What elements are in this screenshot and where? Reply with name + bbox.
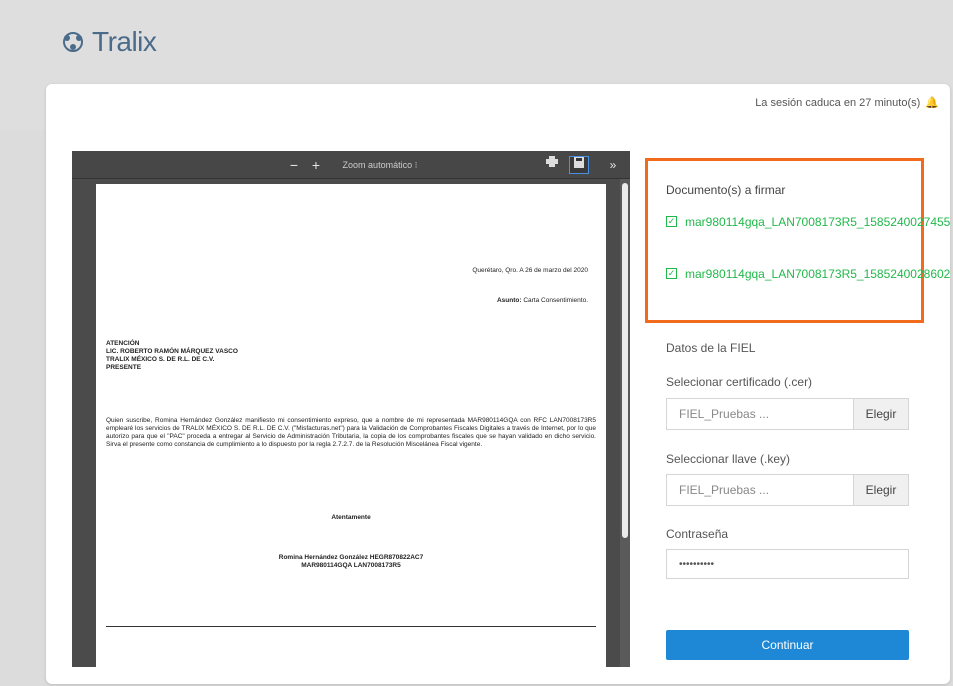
doc-attention-block: ATENCIÓN LIC. ROBERTO RAMÓN MÁRQUEZ VASC… (106, 340, 238, 372)
doc-attention-line: ATENCIÓN (106, 340, 140, 347)
doc-signature-line: MAR980114GQA LAN7008173R5 (301, 562, 401, 569)
pdf-viewer[interactable]: − + Zoom automático ⁝ » Querétaro, Qro. … (72, 151, 630, 667)
doc-closing: Atentamente (331, 514, 371, 521)
save-icon[interactable] (569, 156, 589, 174)
zoom-select[interactable]: Zoom automático ⁝ (334, 156, 426, 174)
checkbox-checked-icon[interactable]: ✓ (666, 268, 677, 279)
floppy-icon (574, 157, 584, 168)
doc-body: Quien suscribe, Romina Hernández Gonzále… (106, 417, 596, 448)
document-name: mar980114gqa_LAN7008173R5_1585240028602 (685, 267, 951, 281)
password-field[interactable] (666, 549, 909, 579)
certificate-file-row: Elegir (666, 398, 909, 430)
doc-signature-line: Romina Hernández González HEGR870822AC7 (278, 554, 424, 561)
session-text: La sesión caduca en 27 minuto(s) (755, 96, 921, 109)
fiel-section-title: Datos de la FIEL (666, 341, 756, 355)
key-file-row: Elegir (666, 474, 909, 506)
password-label: Contraseña (666, 527, 729, 541)
certificate-label: Selecionar certificado (.cer) (666, 375, 813, 389)
printer-icon (546, 156, 558, 167)
certificate-file-input[interactable] (666, 398, 853, 430)
pdf-scroll-thumb[interactable] (622, 183, 628, 538)
session-timer: La sesión caduca en 27 minuto(s) 🔔 (755, 96, 939, 110)
document-item[interactable]: ✓ mar980114gqa_LAN7008173R5_158524002860… (666, 265, 951, 284)
tralix-logo: Tralix (58, 26, 157, 58)
more-tools-icon[interactable]: » (604, 156, 622, 174)
continue-button[interactable]: Continuar (666, 630, 909, 660)
bell-icon[interactable]: 🔔 (925, 96, 939, 109)
documents-title: Documento(s) a firmar (666, 183, 786, 197)
doc-attention-line: PRESENTE (106, 364, 142, 371)
pdf-toolbar: − + Zoom automático ⁝ » (72, 151, 630, 179)
documents-to-sign-panel: Documento(s) a firmar ✓ mar980114gqa_LAN… (645, 158, 951, 323)
zoom-out-button[interactable]: − (288, 156, 300, 174)
checkbox-checked-icon[interactable]: ✓ (666, 216, 677, 227)
brand-name: Tralix (92, 26, 157, 57)
doc-attention-line: TRALIX MÉXICO S. DE R.L. DE C.V. (106, 356, 215, 363)
tralix-logo-icon (63, 32, 83, 52)
choose-key-button[interactable]: Elegir (853, 474, 909, 506)
doc-attention-line: LIC. ROBERTO RAMÓN MÁRQUEZ VASCO (106, 348, 238, 355)
zoom-in-button[interactable]: + (310, 156, 322, 174)
doc-subject-text: Carta Consentimiento. (523, 297, 588, 304)
doc-divider (106, 626, 596, 627)
doc-subject-label: Asunto: (496, 297, 522, 304)
pdf-page: Querétaro, Qro. A 26 de marzo del 2020 A… (96, 184, 606, 667)
key-label: Seleccionar llave (.key) (666, 452, 791, 466)
choose-certificate-button[interactable]: Elegir (853, 398, 909, 430)
zoom-select-label: Zoom automático (342, 160, 413, 170)
print-icon[interactable] (542, 156, 562, 174)
document-item[interactable]: ✓ mar980114gqa_LAN7008173R5_158524002745… (666, 213, 951, 232)
doc-subject-line: Asunto: Carta Consentimiento. (497, 297, 588, 305)
doc-date-line: Querétaro, Qro. A 26 de marzo del 2020 (472, 267, 588, 274)
key-file-input[interactable] (666, 474, 853, 506)
document-name: mar980114gqa_LAN7008173R5_1585240027455 (685, 215, 951, 229)
doc-signature: Romina Hernández González HEGR870822AC7 … (96, 554, 606, 570)
